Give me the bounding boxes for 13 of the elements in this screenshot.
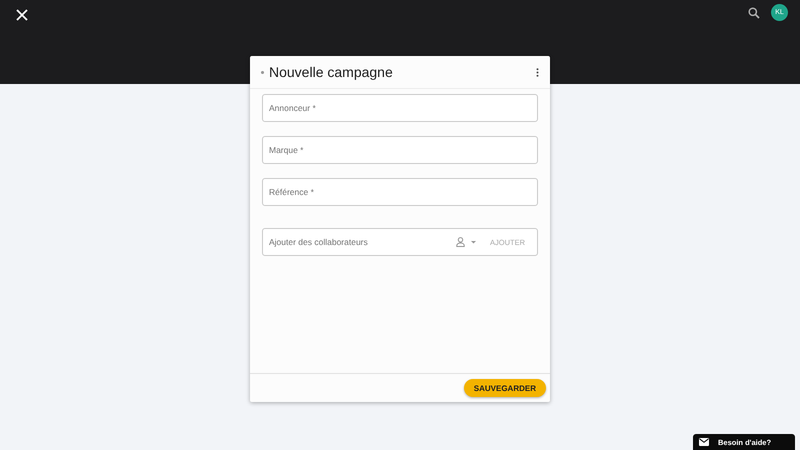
- more-icon: [536, 68, 538, 76]
- save-button[interactable]: SAUVEGARDER: [464, 379, 546, 397]
- dialog-title: Nouvelle campagne: [269, 64, 394, 80]
- search-icon: [748, 6, 760, 18]
- mail-icon: [699, 438, 709, 446]
- search-button[interactable]: [747, 6, 761, 20]
- close-icon: [16, 9, 28, 21]
- more-button[interactable]: [534, 66, 540, 78]
- person-dropdown-icon[interactable]: [456, 237, 478, 247]
- dot-icon: [261, 70, 264, 74]
- input-field[interactable]: Annonceur *: [262, 94, 538, 122]
- input-field[interactable]: Marque *: [262, 136, 538, 164]
- input-field[interactable]: Référence *: [262, 178, 538, 206]
